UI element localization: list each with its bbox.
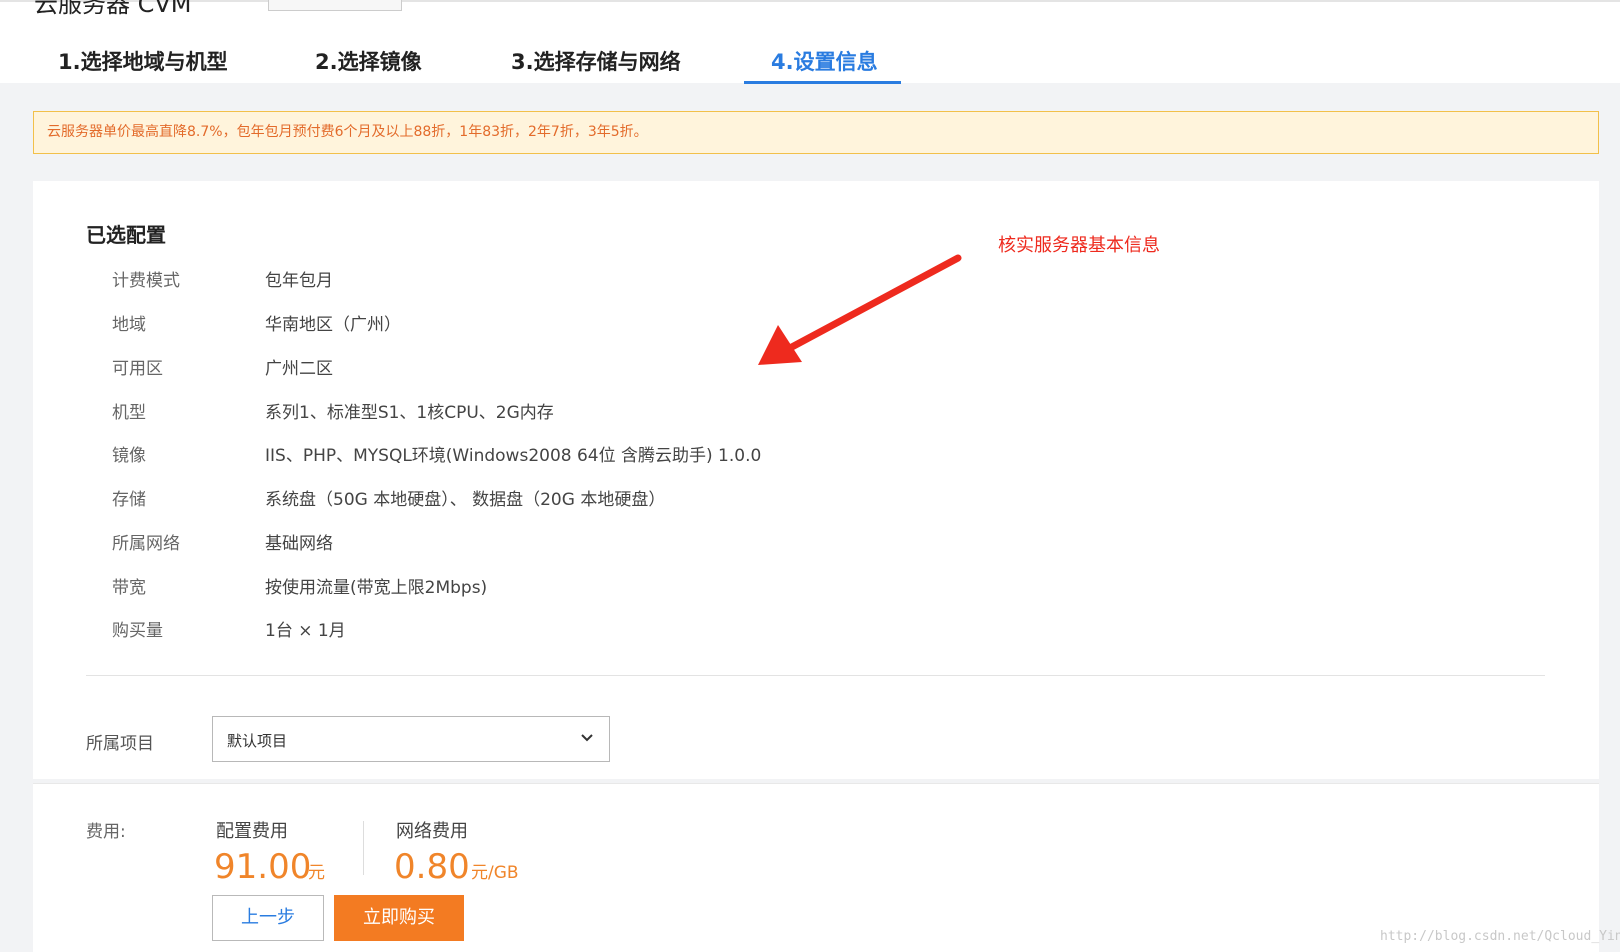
network-fee-amount: 0.80 [394,847,470,887]
config-label-image: 镜像 [112,446,146,466]
annotation-text: 核实服务器基本信息 [998,235,1160,256]
section-divider [86,675,1545,676]
config-value-storage: 系统盘（50G 本地硬盘）、 数据盘（20G 本地硬盘） [265,490,666,510]
network-fee-unit: 元/GB [471,863,519,883]
tab-image[interactable]: 2.选择镜像 [315,46,422,76]
page-title: 云服务器 CVM [34,0,192,18]
promo-notice: 云服务器单价最高直降8.7%，包年包月预付费6个月及以上88折，1年83折，2年… [33,111,1599,154]
project-label: 所属项目 [86,734,154,754]
title-extra-box [268,0,402,11]
config-value-zone: 广州二区 [265,359,333,379]
config-label-zone: 可用区 [112,359,163,379]
project-select-value: 默认项目 [227,732,288,750]
tab-storage-and-network[interactable]: 3.选择存储与网络 [511,46,681,76]
annotation-arrow-icon [758,254,962,365]
config-label-model: 机型 [112,403,146,423]
tab-region-and-model[interactable]: 1.选择地域与机型 [58,46,228,76]
config-label-storage: 存储 [112,490,146,510]
fee-label: 费用: [86,822,126,842]
config-fee-title: 配置费用 [216,821,288,842]
config-value-model: 系列1、标准型S1、1核CPU、2G内存 [265,403,554,423]
config-fee-amount: 91.00 [214,847,312,887]
config-label-billing: 计费模式 [112,271,180,291]
config-value-billing: 包年包月 [265,271,333,291]
active-tab-indicator [744,81,901,84]
tab-settings[interactable]: 4.设置信息 [771,46,878,76]
config-value-quantity: 1台 × 1月 [265,621,346,641]
chevron-down-icon [581,734,593,742]
config-label-region: 地域 [112,315,146,335]
config-value-bandwidth: 按使用流量(带宽上限2Mbps) [265,578,488,598]
config-value-network: 基础网络 [265,534,333,554]
config-value-region: 华南地区（广州） [265,315,401,335]
watermark: http://blog.csdn.net/Qcloud_Yingjoy [1380,929,1620,944]
config-fee-unit: 元 [308,863,325,883]
config-label-quantity: 购买量 [112,621,163,641]
config-value-image: IIS、PHP、MYSQL环境(Windows2008 64位 含腾云助手) 1… [265,446,762,466]
project-select[interactable]: 默认项目 [212,716,610,762]
config-label-bandwidth: 带宽 [112,578,146,598]
network-fee-title: 网络费用 [396,821,468,842]
selected-config-title: 已选配置 [86,223,166,247]
previous-step-button[interactable]: 上一步 [212,895,324,941]
buy-now-button[interactable]: 立即购买 [334,895,464,941]
config-label-network: 所属网络 [112,534,180,554]
fee-separator [363,821,364,875]
top-header: 云服务器 CVM 1.选择地域与机型 2.选择镜像 3.选择存储与网络 4.设置… [0,0,1620,84]
